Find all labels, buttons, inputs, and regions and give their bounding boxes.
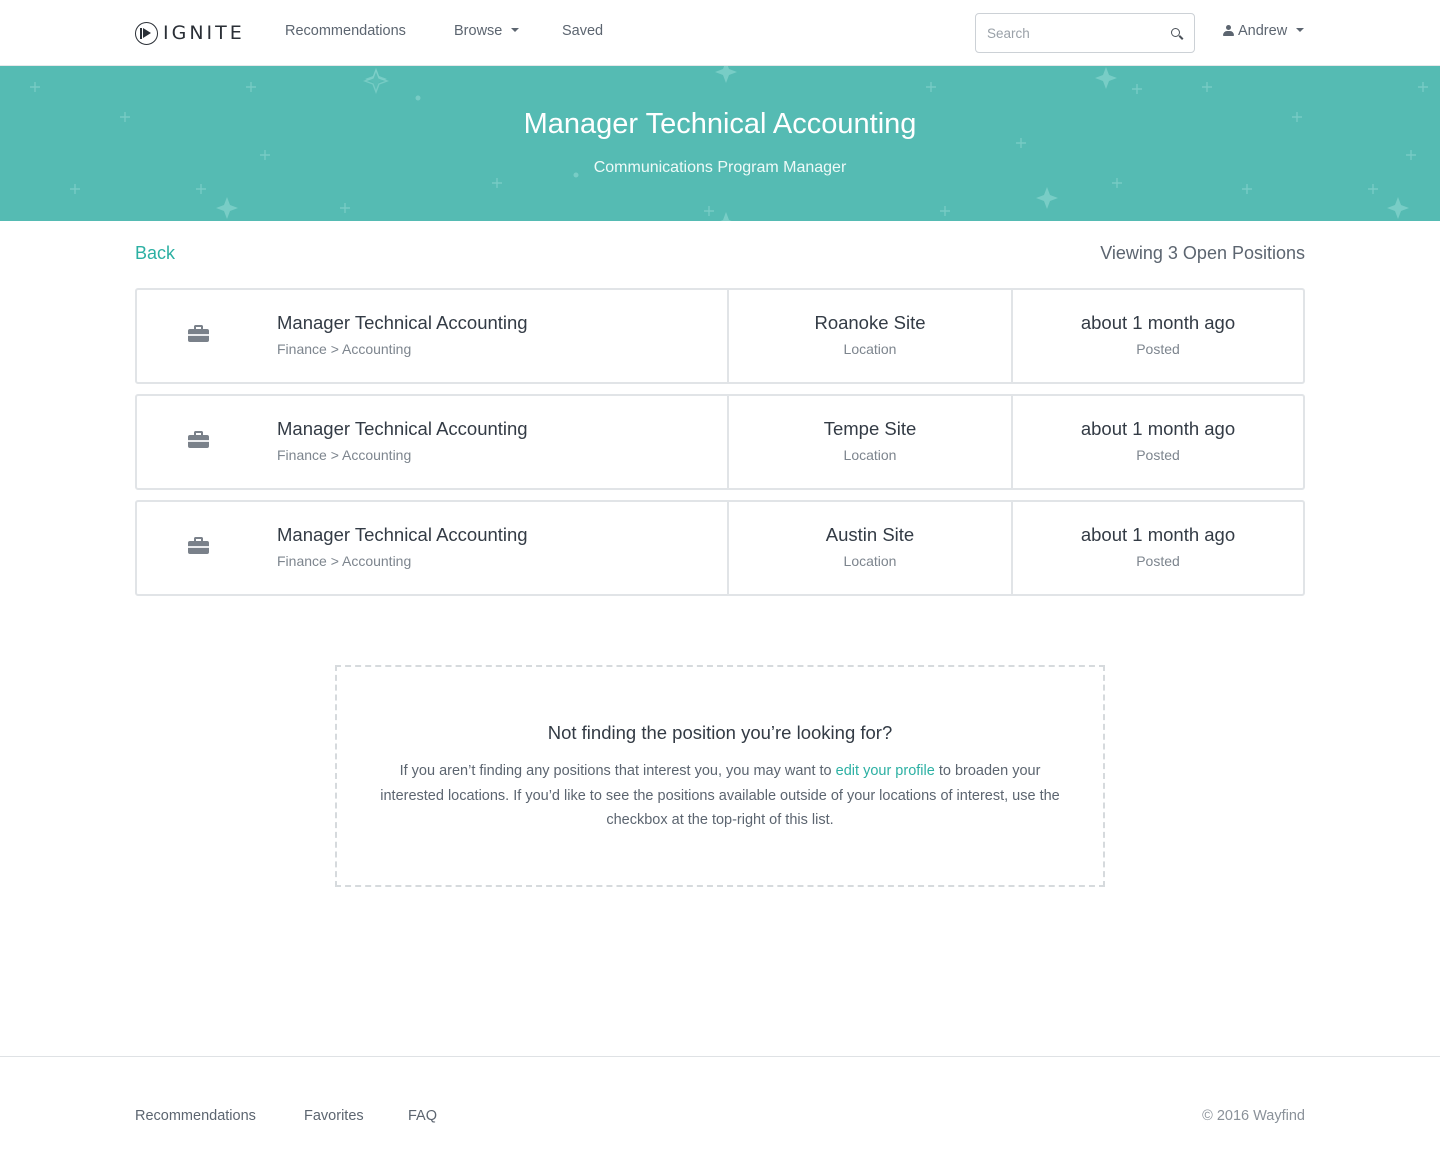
copyright: © 2016 Wayfind: [1202, 1108, 1305, 1124]
footer-link-favorites[interactable]: Favorites: [304, 1108, 364, 1124]
footer-link-recommendations[interactable]: Recommendations: [135, 1108, 256, 1124]
search-box: [975, 13, 1195, 53]
nav-browse-label: Browse: [454, 23, 503, 39]
user-menu-dropdown[interactable]: Andrew: [1223, 23, 1305, 39]
page-title: Manager Technical Accounting: [523, 108, 917, 140]
posted-label: Posted: [1136, 447, 1180, 463]
page-subtitle: Communications Program Manager: [593, 159, 847, 176]
position-category: Finance > Accounting: [277, 553, 412, 569]
position-location-cell: Tempe Site Location: [729, 396, 1013, 488]
position-posted-cell: about 1 month ago Posted: [1013, 502, 1303, 594]
position-location: Roanoke Site: [814, 312, 926, 333]
position-info-cell: Manager Technical Accounting Finance > A…: [137, 290, 729, 382]
search-input[interactable]: [976, 14, 1156, 52]
sparkle-pattern: [30, 66, 1428, 221]
ignite-logo-icon: [135, 21, 158, 45]
position-location: Tempe Site: [823, 418, 917, 439]
location-label: Location: [843, 341, 897, 357]
location-label: Location: [843, 553, 897, 569]
position-title: Manager Technical Accounting: [277, 418, 528, 439]
briefcase-icon: [188, 537, 209, 554]
position-row[interactable]: Manager Technical Accounting Finance > A…: [135, 500, 1305, 596]
position-title: Manager Technical Accounting: [277, 524, 528, 545]
footer-link-faq[interactable]: FAQ: [408, 1108, 437, 1124]
position-category: Finance > Accounting: [277, 341, 412, 357]
position-row[interactable]: Manager Technical Accounting Finance > A…: [135, 288, 1305, 384]
position-info-cell: Manager Technical Accounting Finance > A…: [137, 396, 729, 488]
position-location: Austin Site: [825, 524, 915, 545]
posted-label: Posted: [1136, 553, 1180, 569]
nav-saved[interactable]: Saved: [562, 23, 603, 39]
search-icon[interactable]: [1171, 28, 1180, 37]
nav-browse-dropdown[interactable]: Browse: [454, 23, 520, 39]
location-label: Location: [843, 447, 897, 463]
top-navbar: IGNITE Recommendations Browse Saved Andr…: [0, 0, 1440, 66]
position-info-cell: Manager Technical Accounting Finance > A…: [137, 502, 729, 594]
position-title: Manager Technical Accounting: [277, 312, 528, 333]
footer: Recommendations Favorites FAQ © 2016 Way…: [0, 1056, 1440, 1175]
open-positions-count: Viewing 3 Open Positions: [1100, 243, 1305, 263]
hero-banner: Manager Technical Accounting Communicati…: [0, 66, 1440, 221]
user-icon: [1223, 25, 1234, 37]
help-title: Not finding the position you’re looking …: [547, 722, 893, 743]
help-box: Not finding the position you’re looking …: [335, 665, 1105, 887]
back-link[interactable]: Back: [135, 243, 175, 264]
positions-list: Manager Technical Accounting Finance > A…: [135, 288, 1305, 606]
position-row[interactable]: Manager Technical Accounting Finance > A…: [135, 394, 1305, 490]
briefcase-icon: [188, 325, 209, 342]
ignite-logo[interactable]: IGNITE: [135, 21, 245, 45]
caret-down-icon: [1296, 28, 1305, 32]
position-location-cell: Roanoke Site Location: [729, 290, 1013, 382]
position-location-cell: Austin Site Location: [729, 502, 1013, 594]
position-posted-cell: about 1 month ago Posted: [1013, 290, 1303, 382]
user-name: Andrew: [1238, 23, 1288, 39]
position-posted-date: about 1 month ago: [1080, 524, 1236, 545]
posted-label: Posted: [1136, 341, 1180, 357]
position-posted-date: about 1 month ago: [1080, 312, 1236, 333]
position-posted-date: about 1 month ago: [1080, 418, 1236, 439]
briefcase-icon: [188, 431, 209, 448]
help-text-before: If you aren’t finding any positions that…: [399, 763, 836, 779]
position-posted-cell: about 1 month ago Posted: [1013, 396, 1303, 488]
nav-recommendations[interactable]: Recommendations: [285, 23, 406, 39]
edit-profile-link[interactable]: edit your profile: [836, 763, 935, 779]
caret-down-icon: [511, 28, 520, 33]
help-text: If you aren’t finding any positions that…: [377, 759, 1063, 833]
logo-text: IGNITE: [163, 22, 245, 44]
position-category: Finance > Accounting: [277, 447, 412, 463]
